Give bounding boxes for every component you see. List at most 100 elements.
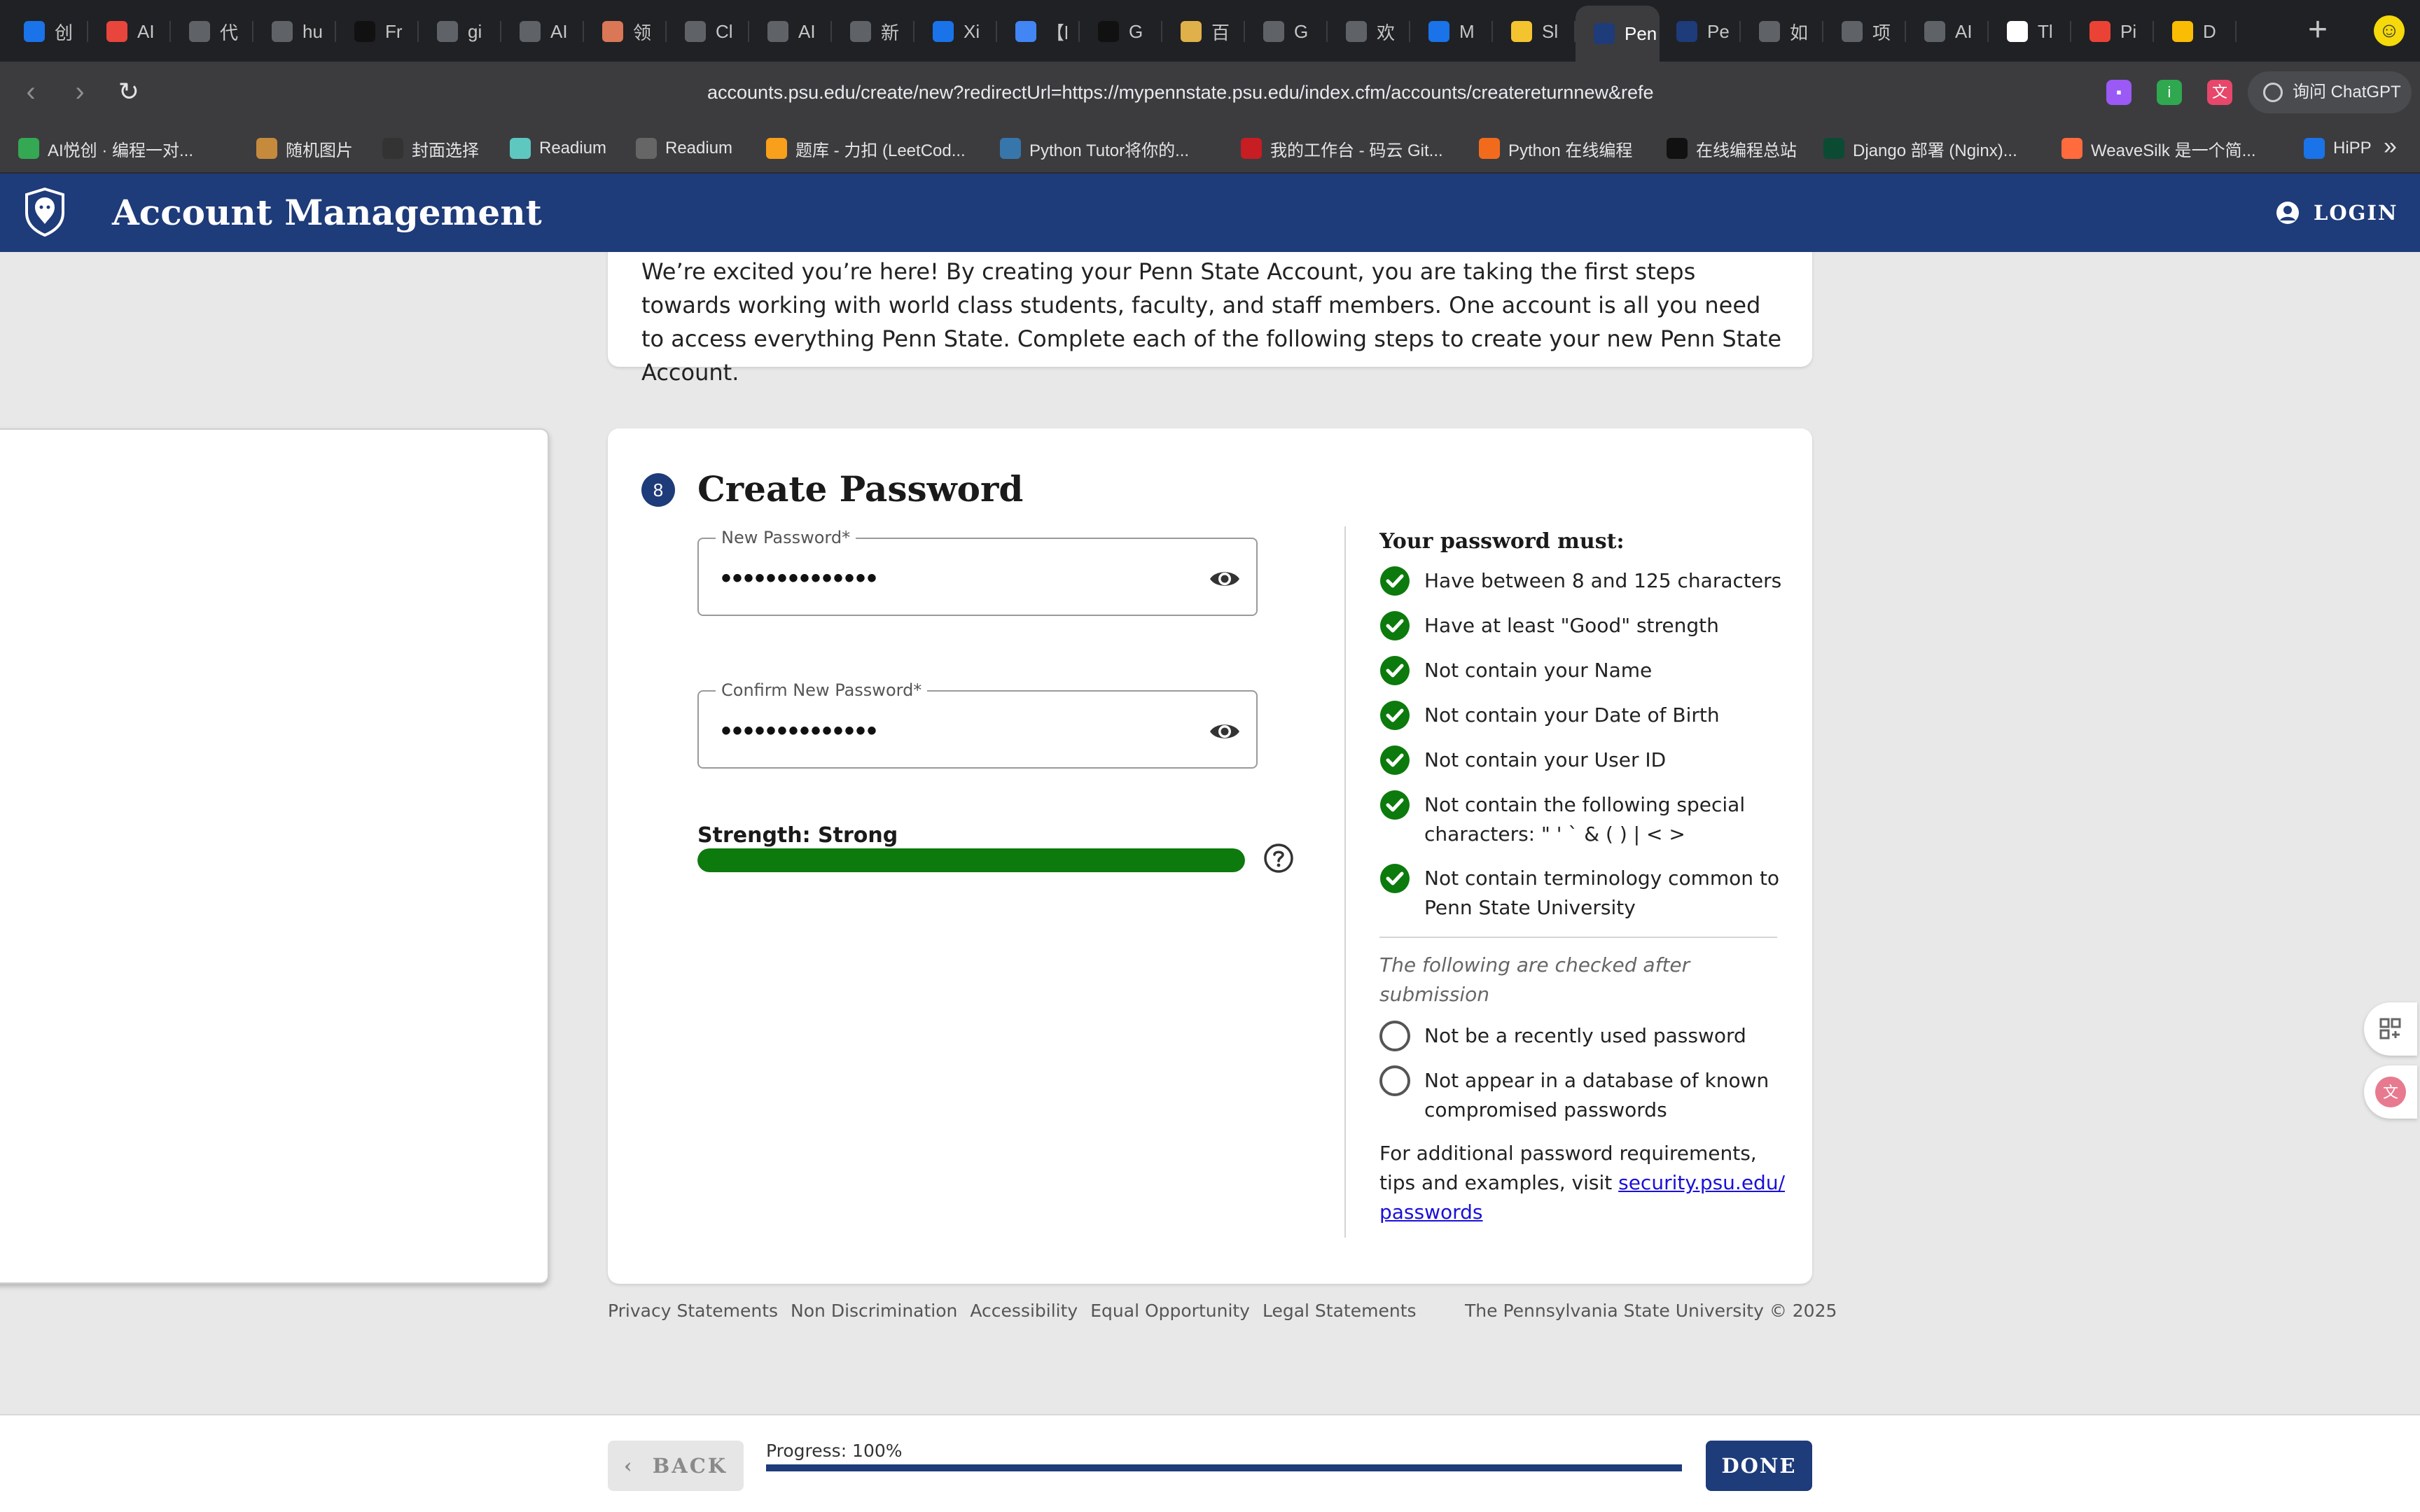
- check-circle-icon: [1380, 566, 1410, 596]
- met-requirements-list: Have between 8 and 125 characters Have at…: [1379, 566, 1786, 923]
- tab-title: AI: [798, 20, 816, 42]
- translate-extension-icon[interactable]: 文: [2207, 80, 2232, 105]
- bookmark-item[interactable]: Python 在线编程: [1479, 136, 1632, 161]
- translate-tool-icon[interactable]: 文: [2364, 1065, 2417, 1119]
- requirement-text: Not contain your User ID: [1424, 748, 1667, 771]
- bookmark-item[interactable]: Readium: [636, 136, 732, 161]
- bookmark-item[interactable]: 在线编程总站: [1667, 136, 1797, 161]
- progress-fill: [766, 1464, 1682, 1471]
- bookmark-item[interactable]: 封面选择: [382, 136, 479, 161]
- bookmark-item[interactable]: HiPP: [2304, 136, 2372, 161]
- footer-link[interactable]: Privacy Statements: [608, 1301, 778, 1321]
- strength-meter-fill: [697, 848, 1245, 872]
- browser-tab[interactable]: Sl: [1493, 7, 1576, 56]
- login-button[interactable]: LOGIN: [2276, 195, 2398, 231]
- browser-tab[interactable]: Pen: [1576, 6, 1660, 62]
- bookmark-item[interactable]: Django 部署 (Nginx)...: [1823, 136, 2017, 161]
- bookmark-item[interactable]: Readium: [510, 136, 606, 161]
- browser-tab[interactable]: G: [1245, 7, 1328, 56]
- m-icon: [1428, 21, 1449, 42]
- new-tab-button[interactable]: +: [2300, 13, 2336, 49]
- check-circle-icon: [1380, 656, 1410, 685]
- browser-tab[interactable]: 创: [6, 7, 88, 56]
- browser-tab[interactable]: 领: [584, 7, 667, 56]
- weavesilk-icon: [2061, 138, 2082, 159]
- tab-title: Sl: [1542, 20, 1559, 42]
- extension-green-icon[interactable]: i: [2157, 80, 2182, 105]
- browser-tab[interactable]: 百: [1162, 7, 1245, 56]
- done-button[interactable]: DONE: [1706, 1441, 1812, 1491]
- address-bar[interactable]: accounts.psu.edu/create/new?redirectUrl=…: [707, 76, 1702, 109]
- column-divider: [1344, 526, 1346, 1238]
- psu-shield-logo-icon[interactable]: [24, 188, 66, 237]
- check-circle-icon: [1380, 746, 1410, 775]
- step-number-badge: 8: [641, 473, 675, 507]
- requirements-title: Your password must:: [1379, 529, 1625, 554]
- svg-text:文: 文: [2383, 1084, 2398, 1102]
- show-confirm-password-eye-icon[interactable]: [1209, 715, 1241, 748]
- g-icon: [1098, 21, 1119, 42]
- browser-tab[interactable]: G: [1080, 7, 1162, 56]
- check-circle-icon: [1380, 864, 1410, 893]
- browser-tab[interactable]: 新: [832, 7, 915, 56]
- browser-tab[interactable]: AI: [88, 7, 171, 56]
- confirm-password-value[interactable]: ••••••••••••••: [721, 715, 878, 746]
- browser-tab[interactable]: AI: [749, 7, 832, 56]
- openai-icon: [2263, 83, 2283, 102]
- login-label: LOGIN: [2314, 201, 2398, 225]
- confirm-password-field[interactable]: Confirm New Password* ••••••••••••••: [697, 679, 1258, 769]
- browser-tab[interactable]: AI: [1906, 7, 1989, 56]
- back-arrow-icon[interactable]: ‹: [14, 76, 48, 109]
- browser-tab[interactable]: gi: [419, 7, 501, 56]
- back-label: BACK: [652, 1454, 728, 1478]
- bookmark-label: AI悦创 · 编程一对...: [48, 141, 194, 160]
- browser-tab[interactable]: 代: [171, 7, 253, 56]
- d-icon: [2172, 21, 2193, 42]
- browser-tab[interactable]: 项: [1823, 7, 1906, 56]
- tab-title: 领: [633, 22, 652, 43]
- bookmark-item[interactable]: 我的工作台 - 码云 Git...: [1241, 136, 1443, 161]
- footer-link[interactable]: Accessibility: [970, 1301, 1078, 1321]
- new-password-field[interactable]: New Password* ••••••••••••••: [697, 526, 1258, 616]
- extension-purple-icon[interactable]: ▪: [2106, 80, 2132, 105]
- browser-tab[interactable]: Cl: [667, 7, 749, 56]
- bookmark-item[interactable]: 随机图片: [256, 136, 353, 161]
- bookmark-label: Readium: [539, 139, 607, 158]
- bookmark-item[interactable]: WeaveSilk 是一个简...: [2061, 136, 2256, 161]
- footer-link[interactable]: Equal Opportunity: [1090, 1301, 1250, 1321]
- footer-link[interactable]: Non Discrimination: [791, 1301, 957, 1321]
- copyright: The Pennsylvania State University © 2025: [1465, 1301, 1837, 1321]
- browser-tab[interactable]: 如: [1741, 7, 1823, 56]
- bookmark-item[interactable]: AI悦创 · 编程一对...: [18, 136, 193, 161]
- tab-title: Xi: [964, 20, 980, 42]
- browser-tab[interactable]: Pe: [1658, 7, 1741, 56]
- browser-tab[interactable]: 【l: [997, 7, 1080, 56]
- browser-tab[interactable]: 欢: [1328, 7, 1410, 56]
- browser-tab[interactable]: Xi: [915, 7, 997, 56]
- footer-link[interactable]: Legal Statements: [1263, 1301, 1417, 1321]
- profile-avatar-icon[interactable]: ☺: [2374, 15, 2405, 46]
- bookmark-item[interactable]: 题库 - 力扣 (LeetCod...: [766, 136, 966, 161]
- browser-tab[interactable]: Tl: [1989, 7, 2071, 56]
- requirement-text: Not contain your Date of Birth: [1424, 704, 1720, 727]
- help-question-icon[interactable]: [1263, 843, 1294, 874]
- browser-tab[interactable]: Fr: [336, 7, 419, 56]
- requirement-met-item: Have at least "Good" strength: [1379, 610, 1786, 641]
- bookmarks-overflow-chevron-icon[interactable]: »: [2384, 133, 2397, 160]
- reload-icon[interactable]: ↻: [112, 76, 146, 109]
- back-button[interactable]: ‹ BACK: [608, 1441, 744, 1491]
- browser-tab[interactable]: Pi: [2071, 7, 2154, 56]
- ask-chatgpt-button[interactable]: 询问 ChatGPT: [2248, 71, 2412, 113]
- new-password-value[interactable]: ••••••••••••••: [721, 563, 878, 594]
- openai-icon: [1842, 21, 1863, 42]
- requirement-pending-item: Not be a recently used password: [1379, 1021, 1786, 1051]
- browser-tab[interactable]: AI: [501, 7, 584, 56]
- show-password-eye-icon[interactable]: [1209, 563, 1241, 595]
- browser-tab[interactable]: M: [1410, 7, 1493, 56]
- qr-tool-icon[interactable]: [2364, 1002, 2417, 1056]
- browser-tab[interactable]: D: [2154, 7, 2237, 56]
- forward-arrow-icon[interactable]: ›: [63, 76, 97, 109]
- footer-links: Privacy Statements Non Discrimination Acce…: [608, 1301, 1429, 1321]
- browser-tab[interactable]: hu: [253, 7, 336, 56]
- bookmark-item[interactable]: Python Tutor将你的...: [1000, 136, 1189, 161]
